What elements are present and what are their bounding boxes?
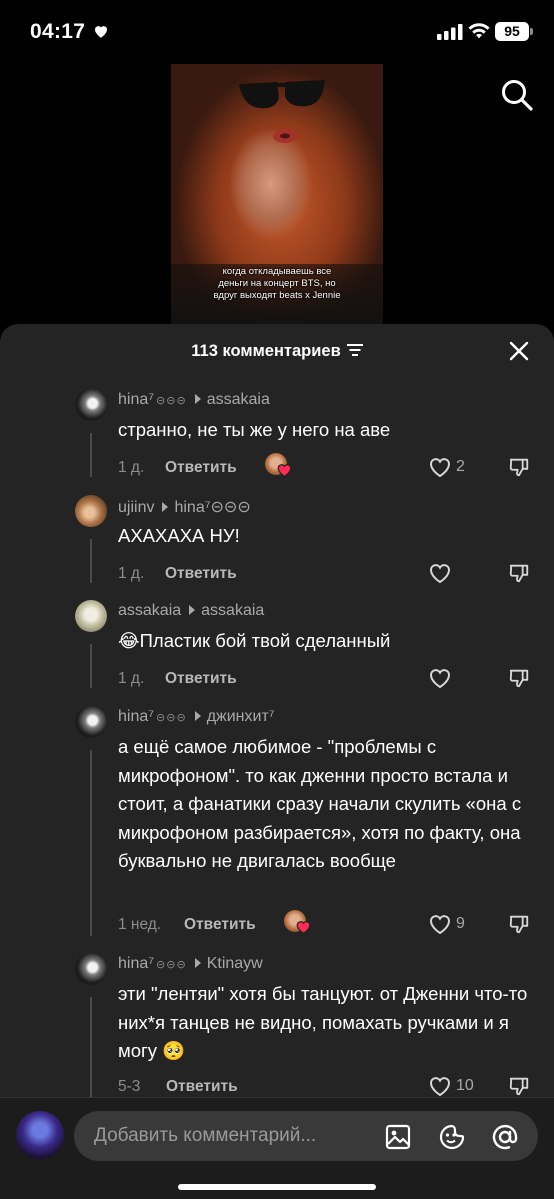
caption-line: деньги на концерт BTS, но <box>218 278 336 289</box>
comment-author[interactable]: hina⁷ <box>118 391 154 408</box>
reply-button[interactable]: Ответить <box>166 1078 238 1096</box>
avatar[interactable] <box>75 953 107 985</box>
avatar[interactable] <box>75 389 107 421</box>
dislike-icon[interactable] <box>508 456 530 478</box>
my-avatar[interactable] <box>16 1111 64 1159</box>
avatar[interactable] <box>75 495 107 527</box>
dislike-icon[interactable] <box>508 1075 530 1097</box>
comment-meta: hina⁷ ⊝⊝⊝ Ktinayw <box>118 955 263 973</box>
thread-line <box>90 539 92 583</box>
comment-composer-bar <box>0 1097 554 1199</box>
dislike-icon[interactable] <box>508 667 530 689</box>
status-time: 04:17 <box>30 20 86 43</box>
dislike-icon[interactable] <box>508 562 530 584</box>
battery-indicator: 95 <box>495 22 529 41</box>
author-badge: ⊝⊝⊝ <box>156 395 187 407</box>
comments-count-title: 113 комментариев <box>191 342 341 360</box>
reply-arrow-icon <box>194 958 201 969</box>
comment-text: эти "лентяи" хотя бы танцуют. от Дженни … <box>118 983 528 1061</box>
reply-button[interactable]: Ответить <box>184 916 256 934</box>
comment-meta: hina⁷ ⊝⊝⊝ assakaia <box>118 391 270 409</box>
like-heart-icon[interactable] <box>428 562 452 584</box>
cellular-signal-icon <box>437 24 463 40</box>
home-indicator <box>178 1184 376 1190</box>
reply-button[interactable]: Ответить <box>165 670 237 688</box>
emoji-sticker-icon[interactable] <box>438 1123 466 1151</box>
like-count: 9 <box>456 915 465 932</box>
comment-author[interactable]: hina⁷ <box>118 955 154 972</box>
thread-line <box>90 433 92 477</box>
like-heart-icon[interactable] <box>428 913 452 935</box>
wifi-icon <box>468 23 490 39</box>
reply-to-user[interactable]: джинхит⁷ <box>207 708 275 725</box>
author-badge: ⊝⊝⊝ <box>156 959 187 971</box>
close-icon[interactable] <box>508 340 530 362</box>
comment-text: 😂Пластик бой твой сделанный <box>118 630 391 651</box>
reply-arrow-icon <box>162 502 169 513</box>
author-badge: ⊝⊝⊝ <box>156 712 187 724</box>
thread-line <box>90 997 92 1097</box>
comment-date: 5-3 <box>118 1078 141 1095</box>
status-bar: 04:17 95 <box>0 0 554 64</box>
avatar[interactable] <box>75 706 107 738</box>
reply-button[interactable]: Ответить <box>165 459 237 477</box>
caption-line: когда откладываешь все <box>222 266 332 277</box>
creator-liked-badge <box>265 453 293 481</box>
comment-text: а ещё самое любимое - "проблемы с микроф… <box>118 736 522 871</box>
comment-input-box[interactable] <box>74 1111 538 1161</box>
reply-to-user[interactable]: assakaia <box>207 391 270 408</box>
heart-status-icon <box>95 26 107 38</box>
comment-author[interactable]: ujiinv <box>118 499 154 516</box>
comment-date: 1 д. <box>118 459 145 476</box>
creator-liked-badge <box>284 910 312 938</box>
thread-line <box>90 750 92 936</box>
comment-author[interactable]: assakaia <box>118 602 181 619</box>
comments-header: 113 комментариев <box>0 324 554 380</box>
comment-date: 1 нед. <box>118 916 162 933</box>
video-preview[interactable]: когда откладываешь все деньги на концерт… <box>171 64 383 326</box>
like-heart-icon[interactable] <box>428 1075 452 1097</box>
comments-title-row[interactable]: 113 комментариев <box>0 342 554 361</box>
comment-meta: ujiinv hina⁷⊝⊝⊝ <box>118 497 251 517</box>
like-count: 2 <box>456 458 465 475</box>
reply-arrow-icon <box>189 605 196 616</box>
heart-icon <box>277 464 292 477</box>
image-icon[interactable] <box>384 1123 412 1151</box>
comment-date: 1 д. <box>118 670 145 687</box>
comment-meta: hina⁷ ⊝⊝⊝ джинхит⁷ <box>118 708 275 726</box>
like-heart-icon[interactable] <box>428 456 452 478</box>
comment-text: странно, не ты же у него на аве <box>118 419 391 440</box>
thread-line <box>90 644 92 688</box>
reply-arrow-icon <box>194 711 201 722</box>
video-caption: когда откладываешь все деньги на концерт… <box>185 266 369 302</box>
caption-line: вдруг выходят beats x Jennie <box>213 290 341 301</box>
dislike-icon[interactable] <box>508 913 530 935</box>
face-shape <box>273 129 297 143</box>
comment-meta: assakaia assakaia <box>118 602 264 620</box>
heart-icon <box>296 921 311 934</box>
sort-icon[interactable] <box>346 344 363 356</box>
battery-tip <box>530 28 533 35</box>
search-icon[interactable] <box>500 78 534 112</box>
comment-date: 1 д. <box>118 565 145 582</box>
comment-author[interactable]: hina⁷ <box>118 708 154 725</box>
mention-icon[interactable] <box>491 1123 519 1151</box>
reply-arrow-icon <box>194 394 201 405</box>
comment-text: АХАХАХА НУ! <box>118 525 240 546</box>
like-heart-icon[interactable] <box>428 667 452 689</box>
reply-to-user[interactable]: Ktinayw <box>207 955 263 972</box>
avatar[interactable] <box>75 600 107 632</box>
reply-to-user[interactable]: hina⁷⊝⊝⊝ <box>174 499 250 516</box>
reply-button[interactable]: Ответить <box>165 565 237 583</box>
reply-to-user[interactable]: assakaia <box>201 602 264 619</box>
like-count: 10 <box>456 1077 474 1094</box>
comment-input[interactable] <box>94 1111 384 1161</box>
